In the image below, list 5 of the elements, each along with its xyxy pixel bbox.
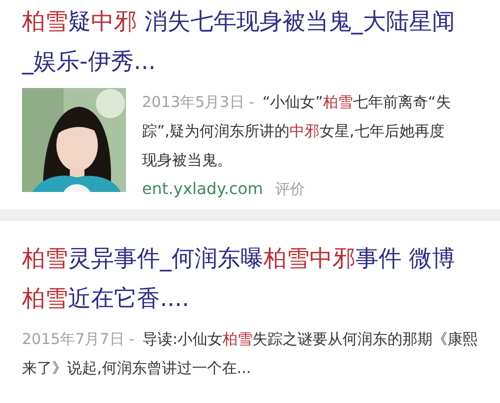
result-snippet: 2015年7月7日 - 导读:小仙女柏雪失踪之谜要从何润东的那期《康熙来了》说起,何润东曾讲过一个在... <box>22 329 478 379</box>
result-snippet: 2013年5月3日 - “小仙女”柏雪七年前离奇“失踪”,疑为何润东所讲的中邪女星,七年后她再度现身被当鬼。 <box>142 92 452 171</box>
source-url[interactable]: ent.yxlady.com <box>142 177 264 201</box>
result-title[interactable]: 柏雪灵异事件_何润东曝柏雪中邪事件 微博柏雪近在它香.... <box>22 239 462 319</box>
result-title[interactable]: 柏雪疑中邪 消失七年现身被当鬼_大陆星闻_娱乐-伊秀... <box>22 2 462 82</box>
